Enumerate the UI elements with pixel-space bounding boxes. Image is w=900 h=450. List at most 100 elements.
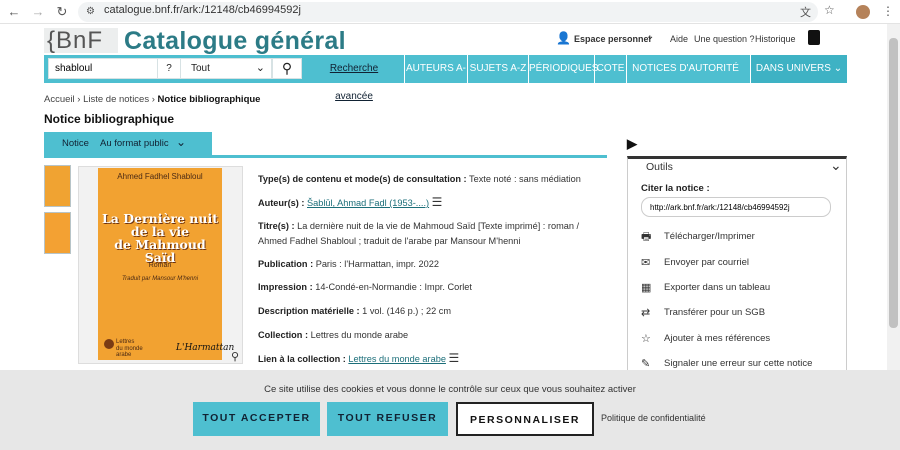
field-value: Texte noté : sans médiation (469, 174, 581, 184)
browser-menu-icon[interactable]: ⋮ (882, 4, 894, 18)
field-value: La dernière nuit de la vie de Mahmoud Sa… (258, 221, 580, 246)
forward-icon[interactable]: → (30, 4, 46, 20)
breadcrumb-home[interactable]: Accueil (44, 94, 75, 105)
nav-subjects[interactable]: SUJETS A-Z (467, 55, 528, 83)
author-link[interactable]: Šablūl, Aḥmad Faḍl (1953-....) (307, 198, 429, 208)
refuse-all-button[interactable]: TOUT REFUSER (327, 402, 448, 436)
tool-download-print[interactable]: Télécharger/Imprimer (664, 231, 755, 242)
field-label: Description matérielle : (258, 306, 360, 316)
transfer-icon: ⇄ (641, 307, 651, 319)
url-text: catalogue.bnf.fr/ark:/12148/cb46994592j (104, 4, 301, 16)
cover-publisher: L'Harmattan (176, 343, 235, 353)
field-value: 14-Condé-en-Normandie : Impr. Corlet (315, 282, 472, 292)
chevron-down-icon[interactable]: ⌄ (830, 157, 842, 174)
tab-underline (44, 155, 607, 158)
field-collection: Collection : Lettres du monde arabe (258, 328, 603, 343)
search-help-icon[interactable]: ? (158, 58, 180, 79)
print-icon: 🖶 (641, 231, 652, 243)
cookie-message: Ce site utilise des cookies et vous donn… (264, 384, 636, 395)
chevron-down-icon[interactable]: ⌄ (176, 135, 186, 149)
chevron-down-icon: ⌄ (833, 63, 843, 74)
bookmark-star-icon[interactable]: ☆ (824, 3, 835, 17)
account-link[interactable]: Espace personnel (574, 34, 651, 44)
page-title: Notice bibliographique (44, 112, 175, 126)
field-collection-link: Lien à la collection : Lettres du monde … (258, 351, 603, 367)
field-title: Titre(s) : La dernière nuit de la vie de… (258, 219, 603, 249)
basket-icon[interactable] (808, 30, 820, 45)
history-link[interactable]: Historique (755, 34, 796, 44)
breadcrumb-list[interactable]: Liste de notices (83, 94, 149, 105)
translate-icon[interactable]: 文 (800, 4, 811, 20)
cookie-banner (0, 370, 900, 450)
catalogue-title[interactable]: Catalogue général (124, 27, 346, 56)
star-icon: ☆ (641, 333, 651, 345)
advanced-search-link[interactable]: Recherche avancée (310, 55, 398, 102)
tab-notice[interactable]: Notice (62, 138, 89, 149)
reload-icon[interactable]: ↻ (54, 4, 70, 20)
search-icon[interactable]: ⚲ (272, 58, 302, 79)
cover-collection-line: arabe (116, 352, 132, 358)
tool-email[interactable]: Envoyer par courriel (664, 257, 749, 268)
collection-logo-icon (104, 339, 114, 349)
field-value: Paris : l'Harmattan, impr. 2022 (315, 259, 439, 269)
field-printing: Impression : 14-Condé-en-Normandie : Imp… (258, 280, 603, 295)
tool-transfer-sgb[interactable]: Transférer pour un SGB (664, 307, 765, 318)
cover-title: La Dernière nuit de la vie de Mahmoud Sa… (100, 212, 220, 264)
nav-cote[interactable]: COTE (594, 55, 626, 83)
chevron-down-icon: ⌄ (255, 62, 265, 74)
nav-authority[interactable]: NOTICES D'AUTORITÉ ⓘ (626, 55, 744, 102)
tool-export-table[interactable]: Exporter dans un tableau (664, 282, 770, 293)
field-label: Impression : (258, 282, 313, 292)
back-icon[interactable]: ← (6, 4, 22, 20)
field-label: Auteur(s) : (258, 198, 305, 208)
help-link[interactable]: Aide (670, 34, 688, 44)
privacy-policy-link[interactable]: Politique de confidentialité (601, 413, 706, 423)
tools-title: Outils (646, 161, 673, 173)
customize-button[interactable]: PERSONNALISER (456, 402, 594, 436)
nav-authority-label: NOTICES D'AUTORITÉ (632, 63, 739, 74)
field-author: Auteur(s) : Šablūl, Aḥmad Faḍl (1953-...… (258, 195, 603, 211)
nav-universes[interactable]: DANS UNIVERS ⌄ (750, 55, 847, 83)
chevron-down-icon: ⌄ (646, 31, 655, 42)
panel-toggle-icon[interactable]: ▶ (627, 136, 637, 152)
nav-universes-label: DANS UNIVERS (755, 63, 831, 74)
site-info-icon[interactable]: ⚙ (86, 6, 95, 17)
pencil-icon: ✎ (641, 358, 651, 370)
bnf-logo[interactable]: {BnF (44, 28, 118, 53)
cover-thumbnail[interactable] (44, 165, 71, 207)
tool-add-reference[interactable]: Ajouter à mes références (664, 333, 770, 344)
field-label: Type(s) de contenu et mode(s) de consult… (258, 174, 467, 184)
search-scope-select[interactable]: Tout ⌄ (180, 58, 272, 79)
user-icon: 👤 (556, 31, 571, 45)
field-description: Description matérielle : 1 vol. (146 p.)… (258, 304, 603, 319)
list-icon[interactable]: ☰ (432, 195, 443, 209)
help-icon: ⓘ (680, 91, 691, 102)
field-label: Collection : (258, 330, 309, 340)
field-label: Lien à la collection : (258, 354, 346, 364)
cover-genre: Roman (148, 262, 172, 269)
breadcrumb-current: Notice bibliographique (157, 94, 261, 105)
cover-collection: Lettres du monde arabe (116, 339, 143, 359)
tool-report-error[interactable]: Signaler une erreur sur cette notice (664, 358, 812, 369)
search-input[interactable] (48, 58, 158, 79)
tab-public-format[interactable]: Au format public (100, 138, 169, 149)
back-cover-thumbnail[interactable] (44, 212, 71, 254)
field-content-type: Type(s) de contenu et mode(s) de consult… (258, 172, 603, 187)
zoom-icon[interactable]: ⚲ (231, 350, 239, 363)
cover-translator: Traduit par Mansour M'henni (121, 276, 199, 282)
field-label: Publication : (258, 259, 314, 269)
nav-periodicals[interactable]: PÉRIODIQUES (528, 55, 598, 83)
search-scope-value: Tout (191, 63, 210, 74)
cover-author: Ahmed Fadhel Shabloul (117, 172, 203, 181)
nav-authors[interactable]: AUTEURS A-Z (404, 55, 467, 102)
field-value: Lettres du monde arabe (310, 330, 409, 340)
question-link[interactable]: Une question ? (694, 34, 755, 44)
collection-link[interactable]: Lettres du monde arabe (348, 354, 446, 364)
cite-label: Citer la notice : (641, 183, 710, 194)
breadcrumb: Accueil › Liste de notices › Notice bibl… (44, 94, 261, 105)
cite-url-field[interactable] (641, 197, 831, 217)
profile-avatar[interactable] (856, 5, 870, 19)
scrollbar-thumb[interactable] (889, 38, 898, 328)
accept-all-button[interactable]: TOUT ACCEPTER (193, 402, 320, 436)
list-icon[interactable]: ☰ (449, 351, 460, 365)
